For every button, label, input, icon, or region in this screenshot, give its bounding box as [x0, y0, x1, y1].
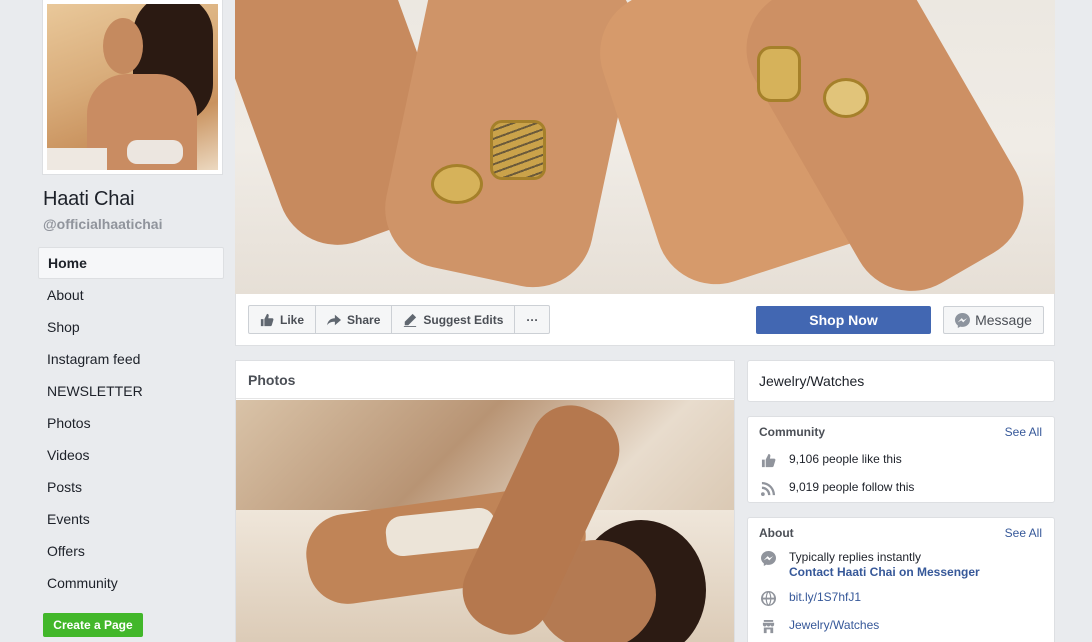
action-button-group: Like Share Suggest Edits ···	[248, 305, 551, 334]
sidebar-item-shop[interactable]: Shop	[38, 311, 224, 343]
likes-row: 9,106 people like this	[759, 452, 902, 468]
follows-row: 9,019 people follow this	[759, 480, 914, 496]
more-dots-icon: ···	[526, 312, 539, 327]
like-label: Like	[280, 312, 305, 327]
more-options-button[interactable]: ···	[514, 305, 551, 334]
profile-picture[interactable]	[42, 0, 223, 175]
sidebar-item-instagram-feed[interactable]: Instagram feed	[38, 343, 224, 375]
page-title[interactable]: Haati Chai	[43, 188, 135, 211]
sidebar-item-offers[interactable]: Offers	[38, 535, 224, 567]
photos-card: Photos	[235, 360, 735, 642]
photos-card-title[interactable]: Photos	[236, 361, 734, 399]
community-card: Community See All 9,106 people like this…	[747, 416, 1055, 503]
page-action-bar: Like Share Suggest Edits ··· Shop Now Me…	[235, 294, 1055, 346]
website-row: bit.ly/1S7hfJ1	[759, 590, 861, 606]
sidebar-item-posts[interactable]: Posts	[38, 471, 224, 503]
pencil-icon	[404, 313, 417, 327]
about-see-all-link[interactable]: See All	[1005, 526, 1042, 540]
thumbs-up-icon	[260, 313, 274, 326]
shop-now-button[interactable]: Shop Now	[756, 306, 931, 334]
sidebar-item-home[interactable]: Home	[38, 247, 224, 279]
message-label: Message	[975, 312, 1032, 328]
create-page-button[interactable]: Create a Page	[43, 613, 143, 637]
category-row: Jewelry/Watches	[759, 618, 879, 634]
likes-count: 9,106 people like this	[789, 452, 902, 466]
contact-messenger-link[interactable]: Contact Haati Chai on Messenger	[789, 565, 980, 579]
share-button[interactable]: Share	[315, 305, 393, 334]
suggest-edits-label: Suggest Edits	[423, 312, 504, 327]
messenger-row: Typically replies instantly Contact Haat…	[759, 550, 980, 580]
like-button[interactable]: Like	[248, 305, 317, 334]
rss-follow-icon	[760, 481, 775, 496]
suggest-edits-button[interactable]: Suggest Edits	[391, 305, 516, 334]
cover-photo[interactable]	[235, 0, 1055, 294]
follows-count: 9,019 people follow this	[789, 480, 915, 494]
sidebar-item-newsletter[interactable]: NEWSLETTER	[38, 375, 224, 407]
community-see-all-link[interactable]: See All	[1005, 425, 1042, 439]
message-button[interactable]: Message	[943, 306, 1044, 334]
category-card: Jewelry/Watches	[747, 360, 1055, 402]
sidebar-nav: Home About Shop Instagram feed NEWSLETTE…	[38, 247, 224, 599]
sidebar-item-community[interactable]: Community	[38, 567, 224, 599]
reply-time-text: Typically replies instantly	[789, 550, 922, 564]
globe-icon	[760, 590, 776, 606]
website-link[interactable]: bit.ly/1S7hfJ1	[789, 590, 861, 605]
share-arrow-icon	[327, 314, 342, 325]
share-label: Share	[347, 312, 381, 327]
featured-photo[interactable]	[236, 400, 734, 642]
thumbs-up-icon	[761, 453, 775, 467]
about-card: About See All Typically replies instantl…	[747, 517, 1055, 642]
messenger-icon	[955, 312, 971, 328]
community-heading: Community	[759, 425, 825, 439]
messenger-icon	[760, 550, 776, 566]
about-heading: About	[759, 526, 794, 540]
sidebar-item-events[interactable]: Events	[38, 503, 224, 535]
sidebar-item-about[interactable]: About	[38, 279, 224, 311]
page-category[interactable]: Jewelry/Watches	[759, 373, 864, 389]
sidebar-item-videos[interactable]: Videos	[38, 439, 224, 471]
profile-photo	[47, 4, 218, 170]
store-tag-icon	[762, 619, 774, 633]
sidebar-item-photos[interactable]: Photos	[38, 407, 224, 439]
category-link[interactable]: Jewelry/Watches	[789, 618, 879, 633]
page-username[interactable]: @officialhaatichai	[43, 216, 162, 232]
